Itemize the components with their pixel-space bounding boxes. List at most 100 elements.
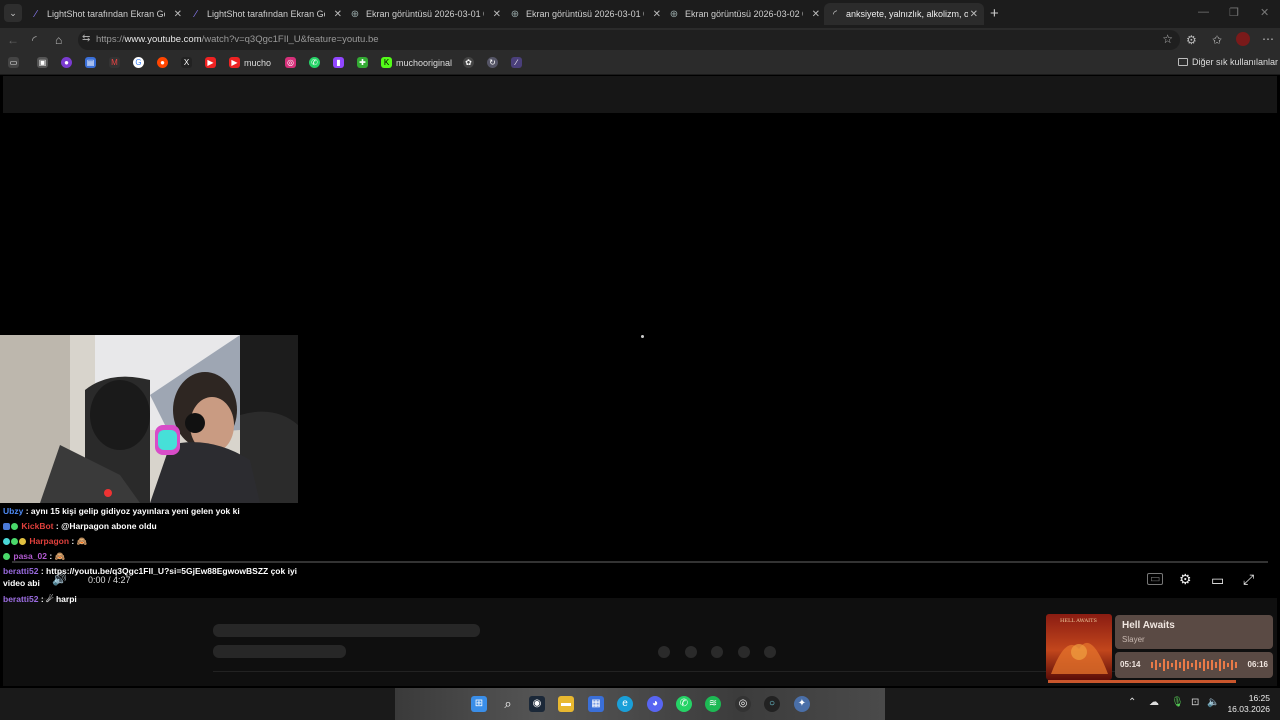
more-menu-icon[interactable]: ⋯ (1262, 32, 1274, 46)
bookmark-chrome[interactable]: ● (61, 57, 76, 68)
track-info-card: Hell Awaits Slayer (1115, 615, 1273, 649)
settings-gear-icon[interactable]: ⚙ (1179, 571, 1192, 588)
tab-title: Ekran görüntüsü 2026-03-01 0428 (366, 9, 484, 19)
chat-username: beratti52 (3, 594, 39, 604)
microphone-icon[interactable]: 🎙 (1171, 697, 1184, 708)
bookmark-openai[interactable]: ✿ (463, 57, 478, 68)
tab-5[interactable]: ⊕ Ekran görüntüsü 2026-03-02 0402 ✕ (668, 3, 820, 25)
bookmark-youtube[interactable]: ▶ (205, 57, 220, 68)
badge-icon (11, 538, 18, 545)
bookmark-mucho[interactable]: ▶ mucho (229, 57, 271, 68)
tab-4[interactable]: ⊕ Ekran görüntüsü 2026-03-01 0441 ✕ (509, 3, 661, 25)
youtube-icon: ▶ (229, 57, 240, 68)
subtitle-skeleton (213, 645, 346, 658)
close-icon[interactable]: ✕ (174, 9, 182, 20)
tab-1[interactable]: ∕ LightShot tarafından Ekran Görüntüsü ✕ (30, 3, 182, 25)
close-icon[interactable]: ✕ (493, 9, 501, 20)
taskbar-center (395, 688, 885, 720)
address-bar[interactable]: ⇆ https://www.youtube.com/watch?v=q3Qgc1… (78, 30, 1180, 50)
spotify-icon[interactable]: ≋ (705, 696, 721, 712)
chat-message: beratti52 : ☄ harpi (3, 594, 77, 605)
badge-icon (3, 553, 10, 560)
bookmark-muchooriginal[interactable]: Kmuchooriginal (381, 57, 452, 68)
instagram-icon: ◎ (285, 57, 296, 68)
store-icon[interactable]: ▦ (588, 696, 604, 712)
loading-spinner (641, 335, 644, 338)
skeleton-dot (764, 646, 776, 658)
bookmark-twitch[interactable]: ▮ (333, 57, 348, 68)
close-icon[interactable]: ✕ (812, 9, 820, 20)
close-icon[interactable]: ✕ (653, 9, 661, 20)
bookmark-photos[interactable]: ▣ (37, 57, 52, 68)
bookmark-gmail[interactable]: M (109, 57, 124, 68)
windows-start-icon[interactable]: ⊞ (471, 696, 487, 712)
show-hidden-icons[interactable]: ⌃ (1128, 697, 1136, 708)
tab-search-button[interactable]: ⌄ (4, 4, 22, 22)
home-icon[interactable]: ⌂ (55, 33, 62, 47)
sync-icon: ↻ (487, 57, 498, 68)
chat-message: beratti52 : https://youtu.be/q3Qgc1FIl_U… (3, 566, 297, 576)
emote-icon: 🙈 (76, 536, 88, 546)
tab-6-active[interactable]: ◜ anksiyete, yalnızlık, alkolizm, otizm … (824, 3, 984, 25)
kick-icon: K (381, 57, 392, 68)
discord-icon[interactable]: ◕ (647, 696, 663, 712)
bookmark-docs[interactable]: ▤ (85, 57, 100, 68)
tab-2[interactable]: ∕ LightShot tarafından Ekran Görüntüsü ✕ (190, 3, 342, 25)
volume-tray-icon[interactable]: 🔈 (1207, 697, 1219, 708)
tab-3[interactable]: ⊕ Ekran görüntüsü 2026-03-01 0428 ✕ (349, 3, 501, 25)
other-bookmarks-label: Diğer sık kullanılanlar (1192, 57, 1279, 67)
chat-message: Harpagon : 🙈 (3, 536, 87, 547)
app-icon[interactable]: ○ (764, 696, 780, 712)
star-icon[interactable]: ☆ (1162, 32, 1173, 46)
bookmark-whatsapp[interactable]: ✆ (309, 57, 324, 68)
skeleton-dot (658, 646, 670, 658)
close-window-icon[interactable]: ✕ (1260, 6, 1269, 19)
track-progress-card: 05:14 06:16 (1115, 652, 1273, 678)
onedrive-icon[interactable]: ☁ (1149, 697, 1159, 708)
bookmark-reddit[interactable]: ● (157, 57, 172, 68)
search-icon[interactable]: ⌕ (500, 696, 516, 712)
extensions-icon[interactable]: ⚙ (1186, 33, 1197, 47)
tab-title: Ekran görüntüsü 2026-03-01 0441 (526, 9, 644, 19)
fullscreen-icon[interactable]: ⤢ (1243, 571, 1254, 588)
other-bookmarks[interactable]: Diğer sık kullanılanlar (1178, 57, 1278, 67)
file-explorer-icon[interactable]: ▬ (558, 696, 574, 712)
back-icon[interactable]: ← (7, 33, 19, 47)
favorites-icon[interactable]: ✩ (1212, 33, 1222, 47)
bookmark-sync[interactable]: ↻ (487, 57, 502, 68)
tab-title: LightShot tarafından Ekran Görüntüsü (47, 9, 165, 19)
skeleton-dot (711, 646, 723, 658)
bookmark-feather[interactable]: ∕ (511, 57, 526, 68)
edge-icon[interactable]: e (617, 696, 633, 712)
restore-icon[interactable]: ❐ (1229, 6, 1239, 19)
bookmark-label: muchooriginal (396, 57, 453, 68)
chat-text: : @Harpagon abone oldu (55, 521, 157, 531)
bookmark-google[interactable]: G (133, 57, 148, 68)
bookmark-instagram[interactable]: ◎ (285, 57, 300, 68)
system-clock[interactable]: 16:25 16.03.2026 (1226, 693, 1270, 715)
bookmark-puzzle[interactable]: ✚ (357, 57, 372, 68)
new-tab-button[interactable]: + (990, 5, 999, 22)
track-progress-fill (1048, 680, 1236, 683)
settings-app-icon[interactable]: ✦ (794, 696, 810, 712)
profile-avatar[interactable] (1236, 32, 1250, 46)
url-text[interactable]: https://www.youtube.com/watch?v=q3Qgc1FI… (96, 34, 379, 45)
whatsapp-icon[interactable]: ✆ (676, 696, 692, 712)
bookmark-reading-list[interactable]: ▭ (8, 57, 23, 68)
theater-mode-icon[interactable]: ▭ (1211, 572, 1224, 589)
steam-icon[interactable]: ◉ (529, 696, 545, 712)
network-icon[interactable]: ⊡ (1191, 697, 1199, 708)
chat-username: Harpagon (29, 536, 70, 546)
subtitles-icon[interactable]: ▭ (1147, 573, 1164, 585)
bookmark-label: mucho (244, 57, 272, 68)
minimize-icon[interactable]: — (1198, 6, 1209, 18)
close-icon[interactable]: ✕ (334, 9, 342, 20)
reload-stop-icon[interactable]: ◜ (32, 33, 37, 47)
clock-time: 16:25 (1248, 693, 1270, 703)
close-icon[interactable]: ✕ (970, 9, 978, 20)
bookmark-x[interactable]: X (181, 57, 196, 68)
gmail-icon: M (109, 57, 120, 68)
badge-icon (3, 538, 10, 545)
site-info-icon[interactable]: ⇆ (82, 33, 90, 44)
obs-icon[interactable]: ◎ (735, 696, 751, 712)
